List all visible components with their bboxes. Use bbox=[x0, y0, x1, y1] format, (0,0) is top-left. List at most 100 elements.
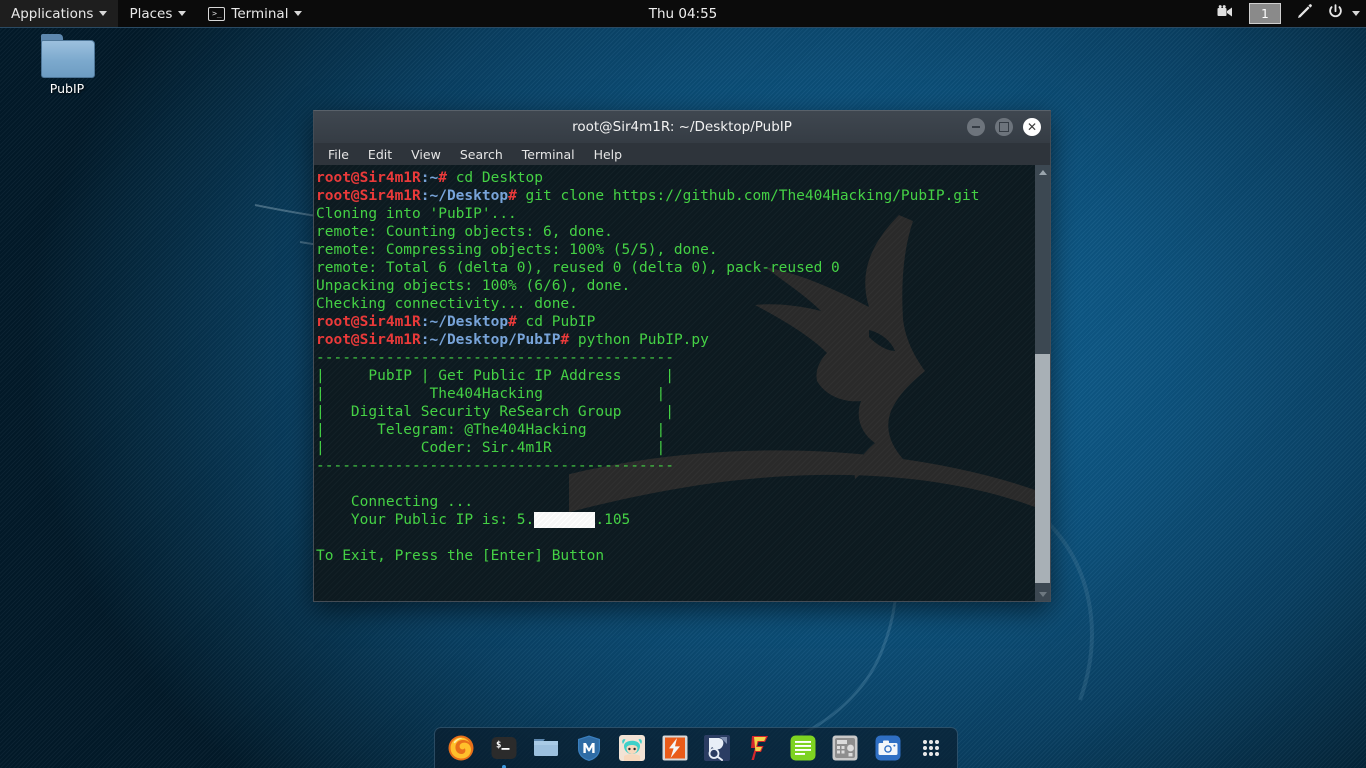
app-grid-icon bbox=[922, 740, 939, 756]
terminal-scrollbar[interactable] bbox=[1035, 165, 1050, 601]
dock-item-calculator[interactable] bbox=[831, 734, 859, 762]
terminal-prompt-symbol: # bbox=[508, 314, 526, 330]
terminal-line: remote: Compressing objects: 100% (5/5),… bbox=[316, 242, 718, 258]
terminal-prompt-path: :~ bbox=[420, 170, 439, 186]
terminal-prompt-symbol: # bbox=[560, 332, 578, 348]
maximize-icon bbox=[999, 122, 1009, 132]
dock: $ bbox=[434, 727, 958, 768]
scrollbar-track[interactable] bbox=[1035, 179, 1050, 587]
scrollbar-thumb[interactable] bbox=[1035, 354, 1050, 583]
terminal-command: git clone https://github.com/The404Hacki… bbox=[525, 188, 980, 204]
close-icon: ✕ bbox=[1026, 120, 1038, 134]
menu-help[interactable]: Help bbox=[594, 147, 623, 162]
desktop: Applications Places >_ Terminal Thu 04:5… bbox=[0, 0, 1366, 768]
dock-item-wireshark[interactable] bbox=[703, 734, 731, 762]
top-panel: Applications Places >_ Terminal Thu 04:5… bbox=[0, 0, 1366, 28]
menu-terminal[interactable]: Terminal bbox=[522, 147, 575, 162]
window-title-bar[interactable]: root@Sir4m1R: ~/Desktop/PubIP ✕ bbox=[313, 110, 1051, 143]
menu-view[interactable]: View bbox=[411, 147, 441, 162]
terminal-prompt-user: root@Sir4m1R bbox=[316, 170, 421, 186]
maximize-button[interactable] bbox=[995, 118, 1013, 136]
chevron-down-icon[interactable] bbox=[1352, 11, 1360, 16]
svg-text:$: $ bbox=[496, 741, 501, 751]
firefox-icon bbox=[448, 735, 474, 761]
pen-icon[interactable] bbox=[1295, 3, 1313, 25]
wireshark-icon bbox=[704, 735, 731, 761]
menu-file[interactable]: File bbox=[328, 147, 349, 162]
window-title: root@Sir4m1R: ~/Desktop/PubIP bbox=[572, 119, 792, 135]
dock-item-burp-suite[interactable] bbox=[661, 734, 689, 762]
terminal-command: cd Desktop bbox=[455, 170, 544, 186]
terminal-prompt-user: root@Sir4m1R bbox=[316, 332, 421, 348]
terminal-prompt-path: :~/Desktop bbox=[420, 188, 509, 204]
terminal-prompt-symbol: # bbox=[508, 188, 526, 204]
terminal-prompt-path: :~/Desktop/PubIP bbox=[420, 332, 561, 348]
video-camera-icon[interactable] bbox=[1217, 4, 1235, 23]
terminal-prompt-path: :~/Desktop bbox=[420, 314, 509, 330]
applications-menu-label: Applications bbox=[11, 5, 94, 22]
menu-search[interactable]: Search bbox=[460, 147, 503, 162]
terminal-prompt-user: root@Sir4m1R bbox=[316, 314, 421, 330]
terminal-line: | Digital Security ReSearch Group | bbox=[316, 404, 674, 420]
terminal-line: | Coder: Sir.4m1R | bbox=[316, 440, 666, 456]
window-controls: ✕ bbox=[967, 111, 1041, 143]
faraday-icon bbox=[751, 736, 769, 760]
terminal-line: root@Sir4m1R:~# cd Desktop bbox=[316, 169, 1035, 187]
desktop-icon-label: PubIP bbox=[49, 81, 85, 96]
dock-item-firefox[interactable] bbox=[447, 734, 475, 762]
terminal-line: root@Sir4m1R:~/Desktop/PubIP# python Pub… bbox=[316, 331, 1035, 349]
terminal-line: Cloning into 'PubIP'... bbox=[316, 206, 517, 222]
terminal-line: ----------------------------------------… bbox=[316, 458, 674, 474]
terminal-command: cd PubIP bbox=[525, 314, 596, 330]
terminal-line: Your Public IP is: 5.XXXXXXX.105 bbox=[316, 511, 1035, 529]
terminal-window-menu[interactable]: >_ Terminal bbox=[197, 0, 313, 27]
dock-item-metasploit[interactable] bbox=[575, 734, 603, 762]
workspace-indicator[interactable]: 1 bbox=[1249, 3, 1281, 24]
terminal-prompt-symbol: # bbox=[438, 170, 456, 186]
terminal-body[interactable]: root@Sir4m1R:~# cd Desktop root@Sir4m1R:~… bbox=[313, 165, 1051, 602]
folder-icon bbox=[41, 34, 95, 78]
panel-tray: 1 bbox=[1217, 0, 1360, 27]
dock-item-terminal[interactable]: $ bbox=[490, 734, 518, 768]
applications-menu[interactable]: Applications bbox=[0, 0, 119, 27]
calculator-icon bbox=[832, 735, 858, 761]
terminal-icon: >_ bbox=[208, 6, 226, 21]
terminal-prompt-user: root@Sir4m1R bbox=[316, 188, 421, 204]
scroll-down-arrow[interactable] bbox=[1035, 587, 1050, 601]
terminal-line: remote: Counting objects: 6, done. bbox=[316, 224, 613, 240]
close-button[interactable]: ✕ bbox=[1023, 118, 1041, 136]
burp-suite-icon bbox=[662, 735, 688, 761]
terminal-line: Unpacking objects: 100% (6/6), done. bbox=[316, 278, 631, 294]
dock-item-avatar-app[interactable] bbox=[618, 734, 646, 762]
terminal-output: root@Sir4m1R:~# cd Desktop root@Sir4m1R:~… bbox=[314, 165, 1035, 601]
dock-item-faraday[interactable] bbox=[746, 734, 774, 762]
dock-item-files[interactable] bbox=[532, 734, 560, 762]
redaction-block: XXXXXXX bbox=[534, 512, 596, 528]
power-icon[interactable] bbox=[1327, 3, 1344, 24]
places-menu[interactable]: Places bbox=[118, 0, 197, 27]
terminal-line: Checking connectivity... done. bbox=[316, 296, 578, 312]
terminal-icon: $ bbox=[491, 737, 517, 759]
terminal-line: Connecting ... bbox=[316, 494, 474, 510]
text-editor-icon bbox=[790, 735, 816, 761]
desktop-icon-pubip[interactable]: PubIP bbox=[24, 34, 110, 96]
dock-item-text-editor[interactable] bbox=[789, 734, 817, 762]
terminal-command: python PubIP.py bbox=[577, 332, 709, 348]
terminal-line: | The404Hacking | bbox=[316, 386, 666, 402]
terminal-text: Your Public IP is: 5. bbox=[316, 512, 535, 528]
dock-item-screenshot[interactable] bbox=[874, 734, 902, 762]
dock-item-app-grid[interactable] bbox=[917, 734, 945, 762]
terminal-line: | PubIP | Get Public IP Address | bbox=[316, 368, 674, 384]
terminal-line: remote: Total 6 (delta 0), reused 0 (del… bbox=[316, 260, 840, 276]
terminal-window[interactable]: root@Sir4m1R: ~/Desktop/PubIP ✕ File Edi… bbox=[313, 110, 1051, 602]
minimize-button[interactable] bbox=[967, 118, 985, 136]
places-menu-label: Places bbox=[129, 5, 173, 22]
scroll-up-arrow[interactable] bbox=[1035, 165, 1050, 179]
menu-edit[interactable]: Edit bbox=[368, 147, 392, 162]
terminal-line: root@Sir4m1R:~/Desktop# git clone https:… bbox=[316, 187, 1035, 205]
terminal-line: root@Sir4m1R:~/Desktop# cd PubIP bbox=[316, 313, 1035, 331]
minimize-icon bbox=[972, 126, 980, 128]
chevron-down-icon bbox=[294, 11, 303, 16]
